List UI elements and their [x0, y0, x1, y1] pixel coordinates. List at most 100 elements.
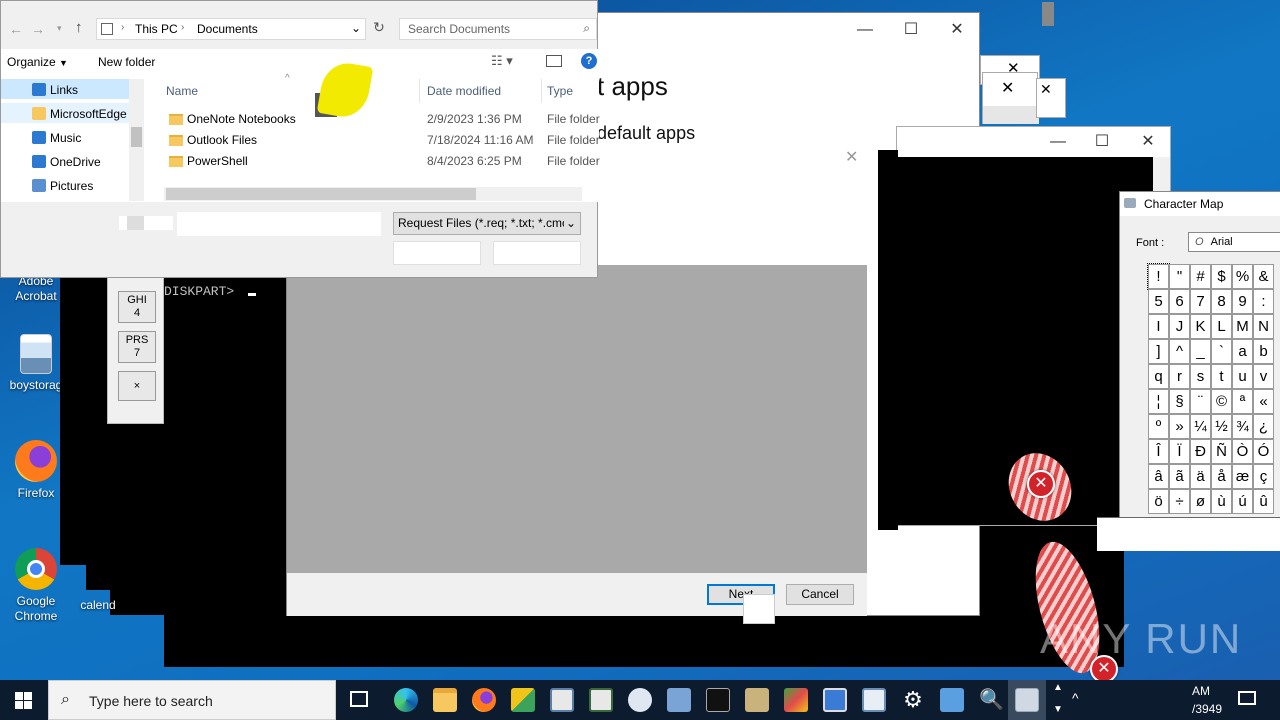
back-button[interactable]: ← — [9, 21, 23, 37]
maximize-button[interactable]: ☐ — [888, 15, 934, 45]
char-cell[interactable]: 9 — [1232, 289, 1253, 314]
char-cell[interactable]: ¿ — [1253, 414, 1274, 439]
char-cell[interactable]: & — [1253, 264, 1274, 289]
char-cell[interactable]: æ — [1232, 464, 1253, 489]
maximize-button[interactable]: ☐ — [1079, 127, 1125, 157]
control-panel-icon[interactable] — [940, 688, 964, 712]
char-cell[interactable]: q — [1148, 364, 1169, 389]
char-cell[interactable]: º — [1148, 414, 1169, 439]
column-header-date[interactable]: Date modified — [427, 84, 501, 98]
char-cell[interactable]: b — [1253, 339, 1274, 364]
char-cell[interactable]: ÷ — [1169, 489, 1190, 514]
cancel-button[interactable]: Cancel — [786, 584, 854, 605]
breadcrumb-documents[interactable]: Documents — [197, 22, 258, 36]
char-cell[interactable]: 8 — [1211, 289, 1232, 314]
paint-icon[interactable] — [628, 688, 652, 712]
char-cell[interactable]: å — [1211, 464, 1232, 489]
character-map-icon[interactable] — [1015, 688, 1039, 712]
minimize-button[interactable]: — — [842, 15, 888, 45]
char-cell[interactable]: t — [1211, 364, 1232, 389]
char-cell[interactable]: ¾ — [1232, 414, 1253, 439]
char-cell[interactable]: Ð — [1190, 439, 1211, 464]
table-row[interactable]: PowerShell 8/4/2023 6:25 PM File folder — [161, 151, 601, 172]
task-view-icon[interactable] — [350, 691, 368, 707]
char-cell[interactable]: ^ — [1169, 339, 1190, 364]
scroll-up-icon[interactable]: ▲ — [1053, 682, 1063, 693]
char-cell[interactable]: û — [1253, 489, 1274, 514]
breadcrumb-this-pc[interactable]: This PC — [135, 22, 178, 36]
show-hidden-icons[interactable]: ^ — [1072, 690, 1079, 706]
network-icon[interactable] — [784, 688, 808, 712]
char-cell[interactable]: 5 — [1148, 289, 1169, 314]
char-cell[interactable]: : — [1253, 289, 1274, 314]
minimize-button[interactable]: — — [1035, 127, 1081, 157]
nav-item-microsoftedge[interactable]: MicrosoftEdge — [32, 104, 127, 124]
up-button[interactable]: ↑ — [75, 19, 83, 36]
clock-time[interactable]: AM — [1192, 684, 1210, 698]
file-type-select[interactable]: Request Files (*.req; *.txt; *.cmc ⌄ — [393, 212, 581, 235]
char-cell[interactable]: L — [1211, 314, 1232, 339]
char-cell[interactable]: » — [1169, 414, 1190, 439]
char-cell[interactable]: K — [1190, 314, 1211, 339]
char-cell[interactable]: s — [1190, 364, 1211, 389]
terminal-icon[interactable] — [706, 688, 730, 712]
cancel-button-blank[interactable] — [493, 241, 581, 265]
horizontal-scrollbar[interactable] — [164, 187, 582, 201]
char-cell[interactable]: r — [1169, 364, 1190, 389]
close-icon[interactable]: ✕ — [1001, 78, 1014, 98]
monitor-icon[interactable] — [823, 688, 847, 712]
preview-pane-icon[interactable] — [546, 55, 562, 67]
char-cell[interactable]: 6 — [1169, 289, 1190, 314]
char-cell[interactable]: ] — [1148, 339, 1169, 364]
char-cell[interactable]: % — [1232, 264, 1253, 289]
char-cell[interactable]: $ — [1211, 264, 1232, 289]
file-explorer-window[interactable]: ← → ▾ ↑ › This PC › Documents ⌄ ↻ Search… — [0, 0, 601, 278]
char-cell[interactable]: N — [1253, 314, 1274, 339]
char-cell[interactable]: © — [1211, 389, 1232, 414]
address-bar[interactable]: › This PC › Documents ⌄ — [96, 18, 366, 40]
app-icon[interactable] — [667, 688, 691, 712]
nav-item-onedrive[interactable]: OneDrive — [32, 152, 101, 172]
char-cell[interactable]: " — [1169, 264, 1190, 289]
char-cell[interactable]: u — [1232, 364, 1253, 389]
scroll-down-icon[interactable]: ▼ — [1053, 704, 1063, 715]
file-explorer-icon[interactable] — [433, 688, 457, 712]
nav-scrollbar[interactable] — [129, 79, 144, 201]
table-row[interactable]: OneNote Notebooks 2/9/2023 1:36 PM File fo… — [161, 109, 601, 130]
char-cell[interactable]: ö — [1148, 489, 1169, 514]
char-cell[interactable]: ç — [1253, 464, 1274, 489]
char-cell[interactable]: ¦ — [1148, 389, 1169, 414]
app-window-icon[interactable] — [589, 688, 613, 712]
char-cell[interactable]: ¨ — [1190, 389, 1211, 414]
char-cell[interactable]: _ — [1190, 339, 1211, 364]
char-cell[interactable]: v — [1253, 364, 1274, 389]
char-cell[interactable]: # — [1190, 264, 1211, 289]
search-input[interactable]: Search Documents ⌕ — [399, 18, 597, 40]
app-window-icon[interactable] — [550, 688, 574, 712]
view-options-icon[interactable]: ☷ ▾ — [491, 53, 513, 69]
nav-item-music[interactable]: Music — [32, 128, 81, 148]
char-cell[interactable]: ù — [1211, 489, 1232, 514]
char-cell[interactable]: ø — [1190, 489, 1211, 514]
refresh-button[interactable]: ↻ — [369, 19, 389, 39]
organize-button[interactable]: Organize ▼ — [7, 55, 68, 69]
magnifier-icon[interactable]: 🔍 — [979, 688, 1004, 712]
char-cell[interactable]: Ñ — [1211, 439, 1232, 464]
keys-icon[interactable] — [511, 688, 535, 712]
desktop-icon-calendar[interactable]: calend — [62, 598, 134, 613]
keypad-key-prs[interactable]: PRS 7 — [118, 331, 156, 363]
table-row[interactable]: Outlook Files 7/18/2024 11:16 AM File fold… — [161, 130, 601, 151]
notepad-icon[interactable] — [862, 688, 886, 712]
help-icon[interactable]: ? — [581, 53, 597, 69]
char-cell[interactable]: § — [1169, 389, 1190, 414]
char-cell[interactable]: 7 — [1190, 289, 1211, 314]
char-cell[interactable]: ¼ — [1190, 414, 1211, 439]
char-cell[interactable]: ` — [1211, 339, 1232, 364]
column-header-type[interactable]: Type — [547, 84, 573, 98]
char-cell[interactable]: Ï — [1169, 439, 1190, 464]
taskbar-search-box[interactable]: ⌕ Type here to search — [48, 680, 336, 720]
notifications-icon[interactable] — [1238, 691, 1256, 705]
char-cell[interactable]: Ó — [1253, 439, 1274, 464]
nav-item-links[interactable]: Links — [32, 80, 78, 100]
start-button[interactable] — [0, 680, 48, 720]
